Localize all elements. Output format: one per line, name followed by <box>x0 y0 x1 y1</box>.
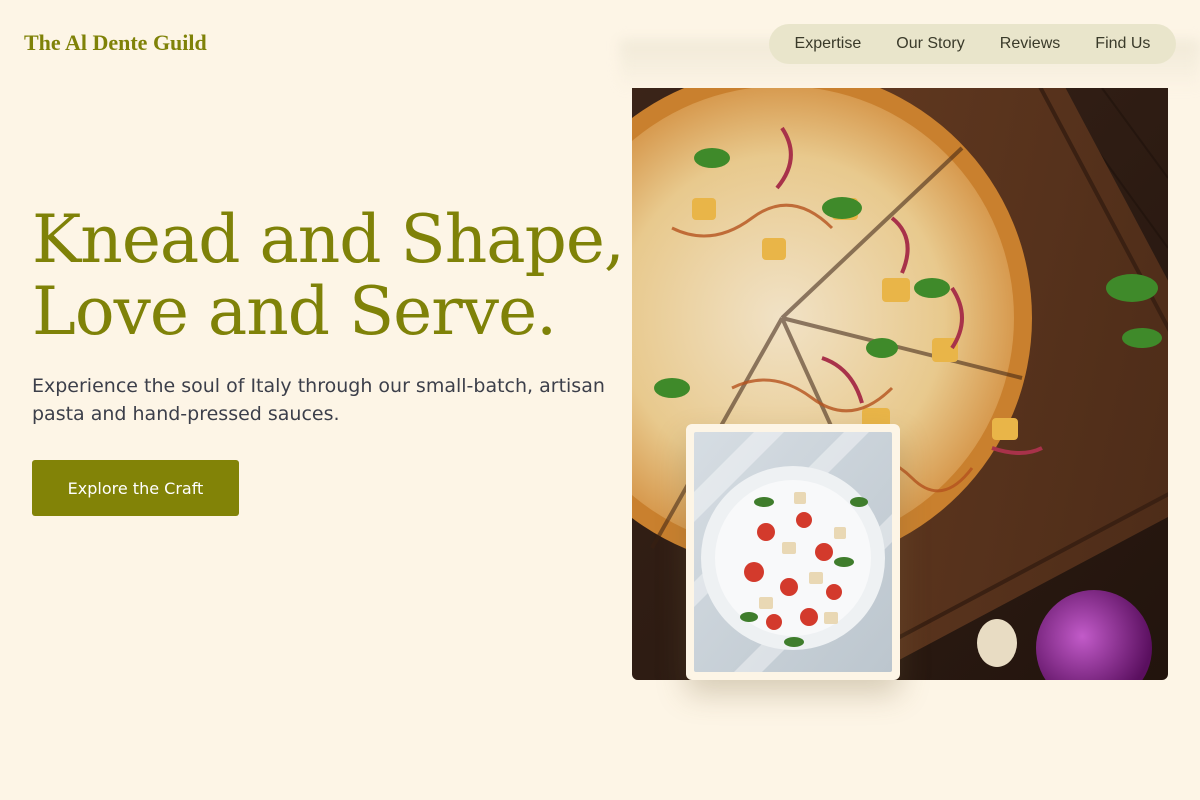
salad-image <box>694 432 892 672</box>
hero-title-line-1: Knead and Shape, <box>32 201 625 278</box>
main-nav: Expertise Our Story Reviews Find Us <box>769 24 1176 64</box>
hero-title-line-2: Love and Serve. <box>32 273 557 350</box>
hero-subtitle: Experience the soul of Italy through our… <box>32 375 605 425</box>
salad-image-card <box>686 424 900 680</box>
page: The Al Dente Guild Expertise Our Story R… <box>0 0 1200 800</box>
nav-item-reviews[interactable]: Reviews <box>1000 35 1060 53</box>
brand-logo[interactable]: The Al Dente Guild <box>24 30 207 56</box>
nav-item-find-us[interactable]: Find Us <box>1095 35 1150 53</box>
explore-craft-button[interactable]: Explore the Craft <box>32 460 239 516</box>
hero-title: Knead and Shape, Love and Serve. <box>32 204 632 348</box>
nav-item-our-story[interactable]: Our Story <box>896 35 964 53</box>
nav-item-expertise[interactable]: Expertise <box>795 35 862 53</box>
